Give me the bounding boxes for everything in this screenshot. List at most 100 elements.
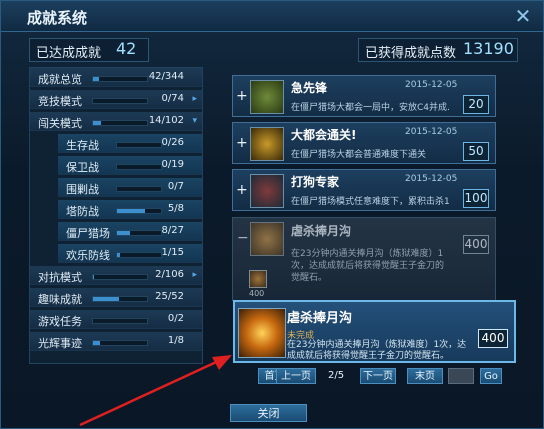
last-page-button[interactable]: 末页 (407, 368, 443, 384)
category-item[interactable]: 塔防战 5/8 (58, 200, 202, 219)
collapse-icon[interactable]: − (237, 230, 249, 246)
category-progress-bar (92, 120, 148, 126)
achievement-points: 20 (463, 95, 489, 114)
achievement-card[interactable]: + 打狗专家 2015-12-05 在僵尸猎场模式任意难度下，累积击杀1... … (232, 169, 496, 211)
category-progress-bar (116, 230, 162, 236)
category-item[interactable]: 欢乐防线 1/15 (58, 244, 202, 263)
category-name: 成就总览 (38, 73, 82, 86)
points-label: 已获得成就点数 (365, 46, 457, 61)
category-progress-fill (117, 209, 145, 213)
category-progress-bar (116, 142, 162, 148)
achievement-icon (250, 174, 284, 208)
expand-arrow-icon[interactable]: ▸ (192, 94, 197, 104)
achievement-desc: 在23分钟内通关捧月沟（炼狱难度）1次，达成成就后将获得觉醒王子金刀的觉醒石。 (291, 249, 445, 283)
category-count: 5/8 (167, 203, 184, 214)
category-count: 0/26 (161, 137, 184, 148)
category-name: 围剿战 (66, 183, 99, 196)
category-progress-fill (93, 341, 100, 345)
category-item[interactable]: 保卫战 0/19 (58, 156, 202, 175)
category-count: 0/2 (167, 313, 184, 324)
category-name: 趣味成就 (38, 293, 82, 306)
category-progress-fill (93, 77, 99, 81)
category-item[interactable]: 竞技模式 0/74 ▸ (30, 90, 202, 109)
achievement-date: 2015-12-05 (405, 80, 458, 90)
expand-arrow-icon[interactable]: ▾ (192, 116, 197, 126)
category-progress-bar (116, 186, 162, 192)
points-box: 已获得成就点数 13190 (358, 38, 518, 62)
category-name: 欢乐防线 (66, 249, 110, 262)
achievement-points: 100 (463, 189, 489, 208)
reward-progress: 400 (249, 289, 265, 298)
category-progress-bar (116, 208, 162, 214)
achievement-date: 2015-12-05 (405, 174, 458, 184)
achievement-card-expanded[interactable]: − 虐杀捧月沟 在23分钟内通关捧月沟（炼狱难度）1次，达成成就后将获得觉醒王子… (232, 217, 496, 301)
category-item[interactable]: 僵尸猎场 8/27 (58, 222, 202, 241)
category-progress-bar (92, 274, 148, 280)
category-progress-fill (117, 253, 120, 257)
category-count: 42/344 (148, 71, 184, 82)
achievement-date: 2015-12-05 (405, 127, 458, 137)
category-count: 0/74 (161, 93, 184, 104)
category-progress-bar (116, 164, 162, 170)
category-progress-fill (93, 275, 94, 279)
category-item[interactable]: 对抗模式 2/106 ▸ (30, 266, 202, 285)
tooltip-desc: 在23分钟内通关捧月沟（炼狱难度）1次，达成成就后将获得觉醒王子金刀的觉醒石。 (287, 340, 467, 361)
achievement-desc: 在僵尸猎场大都会一局中，安放C4并成... (291, 103, 449, 113)
category-item[interactable]: 光辉事迹 1/8 (30, 332, 202, 351)
category-progress-bar (116, 252, 162, 258)
achievement-icon (250, 127, 284, 161)
category-count: 1/8 (167, 335, 184, 346)
tooltip-points: 400 (478, 329, 508, 348)
reward-icon (249, 270, 267, 288)
achievement-card[interactable]: + 大都会通关! 2015-12-05 在僵尸猎场大都会普通难度下通关 50 (232, 122, 496, 164)
page-number-input[interactable] (448, 368, 474, 384)
category-count: 8/27 (161, 225, 184, 236)
category-name: 光辉事迹 (38, 337, 82, 350)
category-count: 0/19 (161, 159, 184, 170)
title-bar: 成就系统 ✕ (1, 1, 543, 32)
achievement-icon (250, 80, 284, 114)
category-item[interactable]: 围剿战 0/7 (58, 178, 202, 197)
category-name: 竞技模式 (38, 95, 82, 108)
category-progress-bar (92, 340, 148, 346)
category-name: 对抗模式 (38, 271, 82, 284)
category-progress-fill (93, 297, 119, 301)
prev-page-button[interactable]: 上一页 (276, 368, 316, 384)
category-progress-fill (117, 231, 130, 235)
achievement-desc: 在僵尸猎场大都会普通难度下通关 (291, 150, 427, 160)
category-progress-bar (92, 98, 148, 104)
close-button[interactable]: 关闭 (230, 404, 307, 422)
category-item[interactable]: 生存战 0/26 (58, 134, 202, 153)
expand-arrow-icon[interactable]: ▸ (192, 270, 197, 280)
next-page-button[interactable]: 下一页 (360, 368, 396, 384)
close-icon[interactable]: ✕ (513, 6, 533, 27)
category-item[interactable]: 游戏任务 0/2 (30, 310, 202, 329)
expand-icon[interactable]: + (236, 135, 248, 151)
points-value: 13190 (463, 39, 514, 58)
category-item[interactable]: 闯关模式 14/102 ▾ (30, 112, 202, 131)
category-progress-bar (92, 296, 148, 302)
category-list: 成就总览 42/344 竞技模式 0/74 ▸ 闯关模式 14/102 ▾ 生存战 0/26 保卫战… (29, 67, 203, 364)
achieved-count-box: 已达成成就 42 (29, 38, 149, 62)
window-title: 成就系统 (27, 9, 88, 27)
category-item[interactable]: 成就总览 42/344 (30, 68, 202, 87)
category-progress-fill (93, 121, 101, 125)
page-info: 2/5 (328, 370, 345, 381)
category-progress-bar (92, 76, 148, 82)
category-count: 2/106 (155, 269, 184, 280)
achievement-title: 虐杀捧月沟 (291, 224, 352, 238)
go-button[interactable]: Go (480, 368, 502, 384)
achievement-title: 急先锋 (291, 81, 328, 95)
category-name: 保卫战 (66, 161, 99, 174)
achievement-icon (250, 222, 284, 256)
achievement-points: 400 (463, 235, 489, 254)
achieved-value: 42 (116, 39, 137, 58)
category-name: 塔防战 (66, 205, 99, 218)
category-count: 0/7 (167, 181, 184, 192)
achievement-card[interactable]: + 急先锋 2015-12-05 在僵尸猎场大都会一局中，安放C4并成... 2… (232, 75, 496, 117)
category-count: 1/15 (161, 247, 184, 258)
expand-icon[interactable]: + (236, 88, 248, 104)
expand-icon[interactable]: + (236, 182, 248, 198)
category-item[interactable]: 趣味成就 25/52 (30, 288, 202, 307)
achievement-title: 大都会通关! (291, 128, 357, 142)
